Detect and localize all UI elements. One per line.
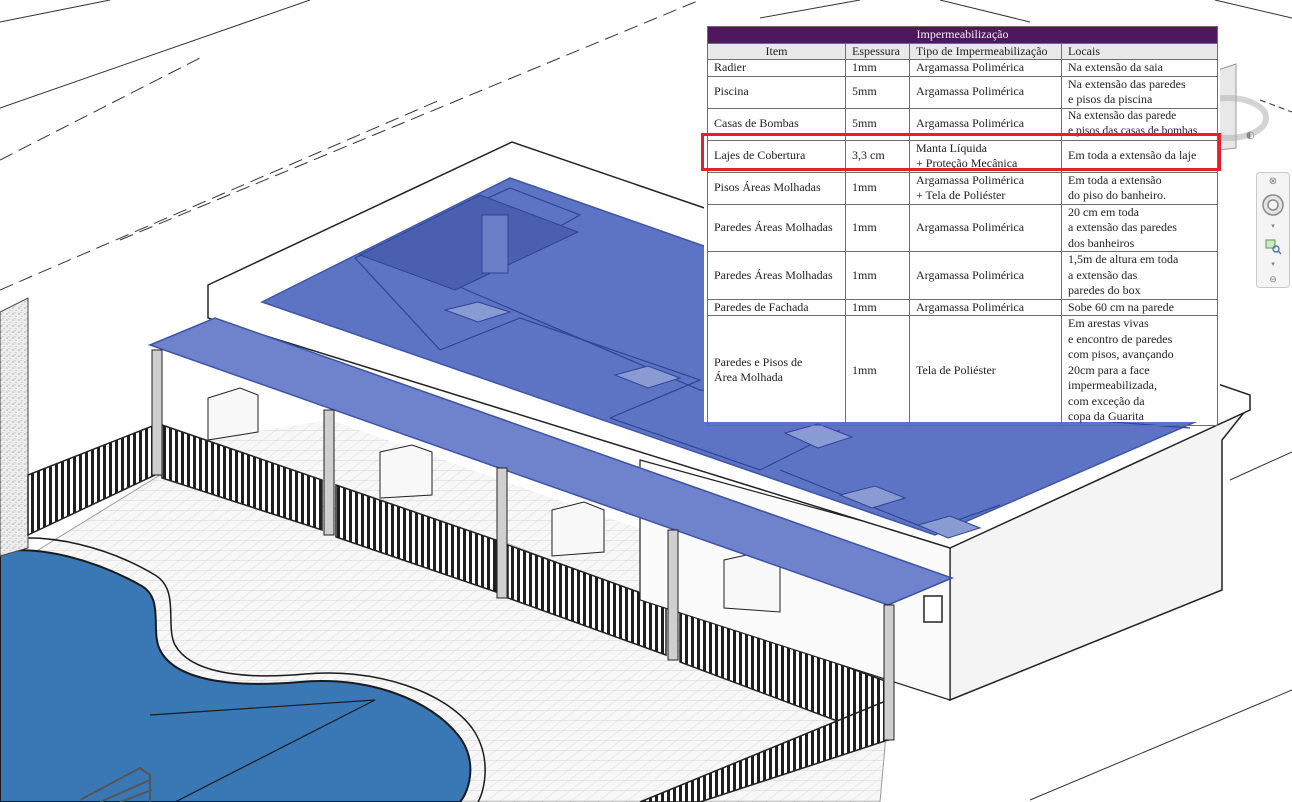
table-row: Pisos Áreas Molhadas 1mm Argamassa Polim… — [707, 171, 1219, 205]
left-wall — [0, 297, 29, 557]
vent-louver — [481, 214, 509, 274]
column-header-tipo: Tipo de Impermeabilização — [909, 42, 1062, 60]
zoom-region-icon[interactable] — [1260, 235, 1286, 257]
cell-item: Radier — [707, 59, 846, 77]
cell-item: Lajes de Cobertura — [707, 139, 846, 173]
cell-espessura: 1mm — [845, 251, 910, 300]
cell-locais: Em arestas vivas e encontro de paredes c… — [1060, 315, 1219, 426]
cell-tipo: Argamassa Polimérica + Tela de Poliéster — [909, 171, 1062, 205]
cell-item: Piscina — [707, 75, 846, 109]
navigation-bar[interactable]: ⊗ ▾ ▾ ⊖ — [1256, 172, 1290, 288]
full-navigation-wheel-icon[interactable] — [1260, 191, 1286, 219]
collapse-icon[interactable]: ⊖ — [1260, 274, 1286, 286]
cell-tipo: Argamassa Polimérica — [909, 75, 1062, 109]
cell-espessura: 5mm — [845, 75, 910, 109]
schedule-table-overlay: Impermeabilização Item Espessura Tipo de… — [704, 24, 1220, 426]
cell-espessura: 1mm — [845, 298, 910, 316]
schedule-title: Impermeabilização — [706, 26, 1219, 44]
cell-locais: Na extensão das parede e pisos das casas… — [1060, 107, 1219, 141]
cell-locais: 20 cm em toda a extensão das paredes dos… — [1060, 203, 1219, 252]
table-row: Casas de Bombas 5mm Argamassa Polimérica… — [707, 107, 1219, 141]
chevron-down-icon[interactable]: ▾ — [1260, 221, 1286, 231]
cell-espessura: 1mm — [845, 315, 910, 426]
cell-locais: Na extensão das paredes e pisos da pisci… — [1060, 75, 1219, 109]
cell-item: Paredes de Fachada — [707, 298, 846, 316]
table-row: Paredes de Fachada 1mm Argamassa Polimér… — [707, 298, 1219, 316]
cell-locais: Em toda a extensão do piso do banheiro. — [1060, 171, 1219, 205]
table-row: Radier 1mm Argamassa Polimérica Na exten… — [707, 59, 1219, 77]
cell-tipo: Argamassa Polimérica — [909, 203, 1062, 252]
cell-locais: Sobe 60 cm na parede — [1060, 298, 1219, 316]
cell-item: Paredes Áreas Molhadas — [707, 251, 846, 300]
table-row-highlighted: Lajes de Cobertura 3,3 cm Manta Líquida … — [707, 139, 1219, 173]
table-row: Paredes e Pisos de Área Molhada 1mm Tela… — [707, 315, 1219, 426]
small-window — [923, 595, 943, 623]
cell-espessura: 1mm — [845, 203, 910, 252]
cell-espessura: 5mm — [845, 107, 910, 141]
cell-item: Casas de Bombas — [707, 107, 846, 141]
table-row: Paredes Áreas Molhadas 1mm Argamassa Pol… — [707, 251, 1219, 300]
cell-espessura: 1mm — [845, 59, 910, 77]
cell-item: Paredes Áreas Molhadas — [707, 203, 846, 252]
cell-locais: Em toda a extensão da laje — [1060, 139, 1219, 173]
svg-text:◐: ◐ — [1246, 130, 1255, 141]
cell-locais: 1,5m de altura em toda a extensão das pa… — [1060, 251, 1219, 300]
cell-tipo: Argamassa Polimérica — [909, 59, 1062, 77]
table-row: Paredes Áreas Molhadas 1mm Argamassa Pol… — [707, 203, 1219, 252]
cell-tipo: Argamassa Polimérica — [909, 251, 1062, 300]
column-header-item: Item — [707, 42, 846, 60]
column-header-espessura: Espessura — [845, 42, 910, 60]
chevron-down-icon[interactable]: ▾ — [1260, 259, 1286, 269]
cell-tipo: Manta Líquida + Proteção Mecânica — [909, 139, 1062, 173]
cell-locais: Na extensão da saia — [1060, 59, 1219, 77]
cell-item: Paredes e Pisos de Área Molhada — [707, 315, 846, 426]
cell-espessura: 3,3 cm — [845, 139, 910, 173]
cell-espessura: 1mm — [845, 171, 910, 205]
table-row: Piscina 5mm Argamassa Polimérica Na exte… — [707, 75, 1219, 109]
cell-tipo: Tela de Poliéster — [909, 315, 1062, 426]
impermeabilizacao-schedule: Impermeabilização Item Espessura Tipo de… — [706, 26, 1219, 426]
column-header-locais: Locais — [1060, 42, 1219, 60]
cell-item: Pisos Áreas Molhadas — [707, 171, 846, 205]
close-icon[interactable]: ⊗ — [1260, 175, 1286, 187]
cell-tipo: Argamassa Polimérica — [909, 107, 1062, 141]
cell-tipo: Argamassa Polimérica — [909, 298, 1062, 316]
